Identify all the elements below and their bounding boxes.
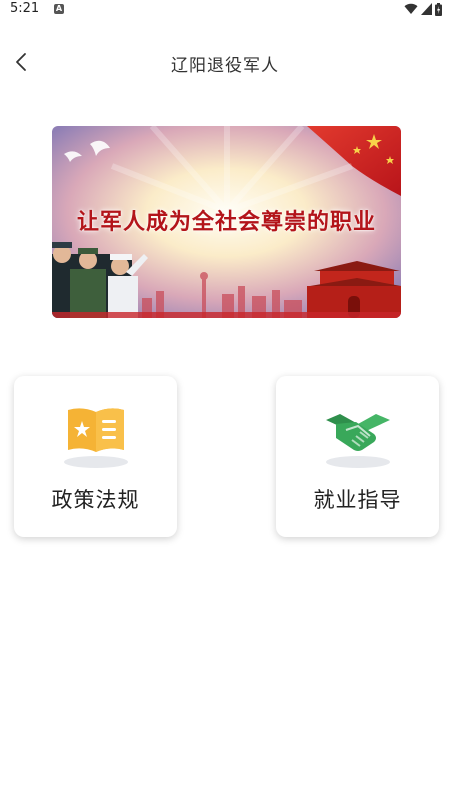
nav-bar: 辽阳退役军人 (0, 40, 450, 84)
status-time: 5:21 (10, 1, 40, 16)
handshake-icon (322, 404, 394, 468)
policy-regulations-card[interactable]: 政策法规 (14, 376, 177, 537)
policy-book-icon (60, 404, 132, 468)
notification-badge-icon: A (54, 4, 64, 14)
promo-banner[interactable]: 让军人成为全社会尊崇的职业 (52, 126, 401, 318)
page-title: 辽阳退役军人 (171, 56, 279, 76)
banner-slogan: 让军人成为全社会尊崇的职业 (76, 210, 376, 235)
gate-building (307, 261, 401, 318)
wifi-icon (404, 3, 418, 15)
card-label-employment: 就业指导 (313, 488, 402, 512)
status-bar: 5:21 A (0, 0, 450, 20)
card-label-policy: 政策法规 (51, 488, 140, 512)
employment-guidance-card[interactable]: 就业指导 (276, 376, 439, 537)
signal-icon (421, 3, 432, 15)
battery-icon (435, 2, 442, 16)
status-icons (404, 2, 442, 16)
